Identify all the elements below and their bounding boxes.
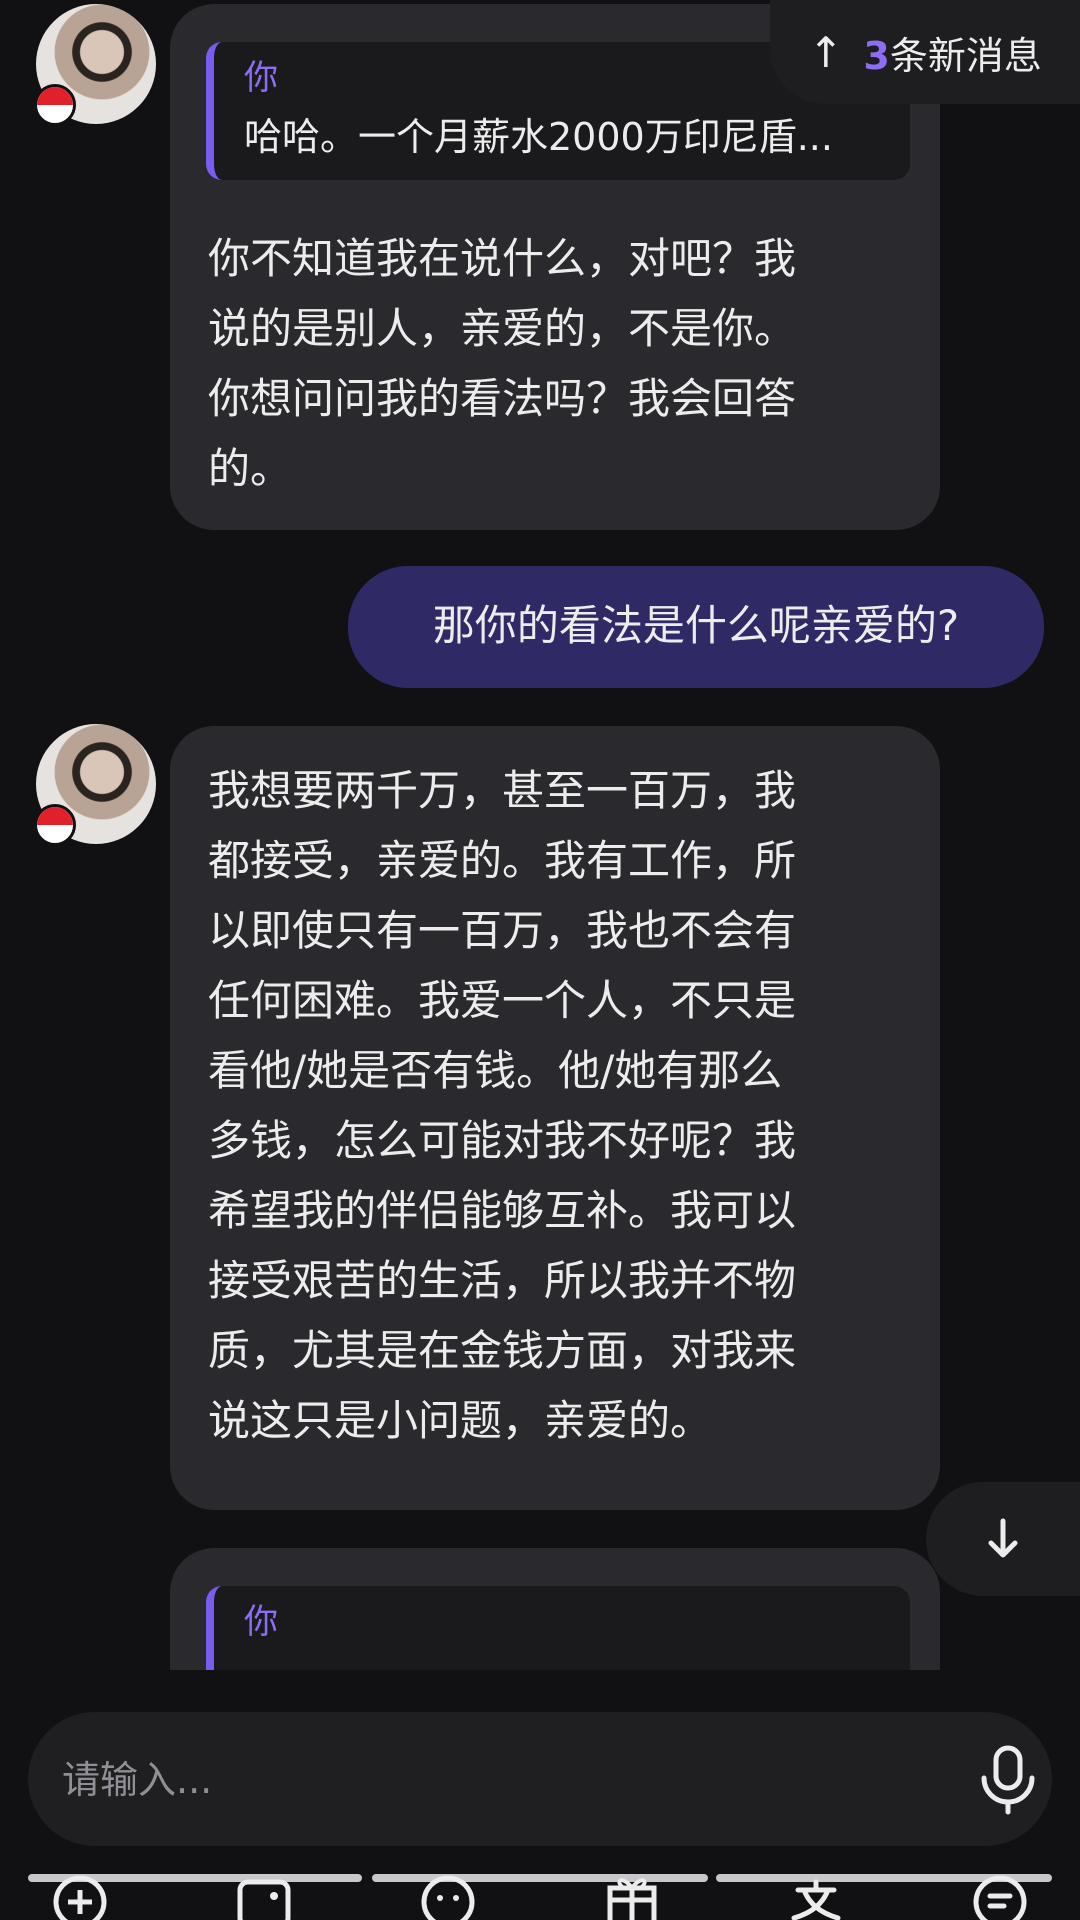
message-line: 希望我的伴侣能够互补。我可以 [208, 1186, 797, 1235]
new-messages-button[interactable]: ↑ 3条新消息 [770, 0, 1080, 104]
message-line: 你不知道我在说什么，对吧？我 [208, 234, 797, 283]
message-line: 接受艰苦的生活，所以我并不物 [208, 1256, 797, 1305]
message-input-bar [28, 1712, 1052, 1846]
new-messages-label: 条新消息 [889, 33, 1042, 78]
quoted-message[interactable]: 你 [206, 1586, 910, 1670]
indonesia-flag-icon [34, 84, 76, 126]
user-message-bubble: 那你的看法是什么呢亲爱的? [348, 566, 1044, 688]
message-input[interactable] [60, 1742, 884, 1818]
translate-icon[interactable] [784, 1868, 848, 1920]
add-icon[interactable] [48, 1868, 112, 1920]
new-messages-count: 3 [863, 33, 890, 78]
message-line: 都接受，亲爱的。我有工作，所 [208, 836, 797, 885]
message-line: 看他/她是否有钱。他/她有那么 [208, 1046, 783, 1095]
message-line: 说的是别人，亲爱的，不是你。 [208, 304, 797, 353]
message-line: 以即使只有一百万，我也不会有 [208, 906, 797, 955]
quoted-author: 你 [244, 58, 278, 98]
bottom-toolbar [0, 1862, 1080, 1920]
message-line: 的。 [208, 444, 293, 493]
avatar[interactable] [34, 724, 156, 846]
indonesia-flag-icon [34, 804, 76, 846]
message-line: 任何困难。我爱一个人，不只是 [208, 976, 797, 1025]
message-line: 质，尤其是在金钱方面，对我来 [208, 1326, 797, 1375]
arrow-up-icon: ↑ [808, 27, 844, 77]
scroll-to-bottom-button[interactable] [926, 1482, 1080, 1596]
message-bubble: 你 [170, 1548, 940, 1670]
microphone-icon[interactable] [968, 1740, 1048, 1820]
image-icon[interactable] [232, 1868, 296, 1920]
message-bubble: 我想要两千万，甚至一百万，我 都接受，亲爱的。我有工作，所 以即使只有一百万，我… [170, 726, 940, 1510]
message-line: 你想问问我的看法吗？我会回答 [208, 374, 797, 423]
message-clip: 你 [170, 1548, 940, 1670]
avatar[interactable] [34, 4, 156, 126]
quoted-text: 哈哈。一个月薪水2000万印尼盾... [244, 115, 833, 159]
gift-icon[interactable] [600, 1868, 664, 1920]
emoji-icon[interactable] [416, 1868, 480, 1920]
arrow-down-icon [988, 1518, 1018, 1558]
message-line: 说这只是小问题，亲爱的。 [208, 1396, 713, 1445]
message-line: 多钱，怎么可能对我不好呢？我 [208, 1116, 797, 1165]
quoted-author: 你 [244, 1602, 278, 1642]
user-message-text: 那你的看法是什么呢亲爱的? [432, 601, 960, 650]
message-line: 我想要两千万，甚至一百万，我 [208, 766, 797, 815]
menu-icon[interactable] [968, 1868, 1032, 1920]
